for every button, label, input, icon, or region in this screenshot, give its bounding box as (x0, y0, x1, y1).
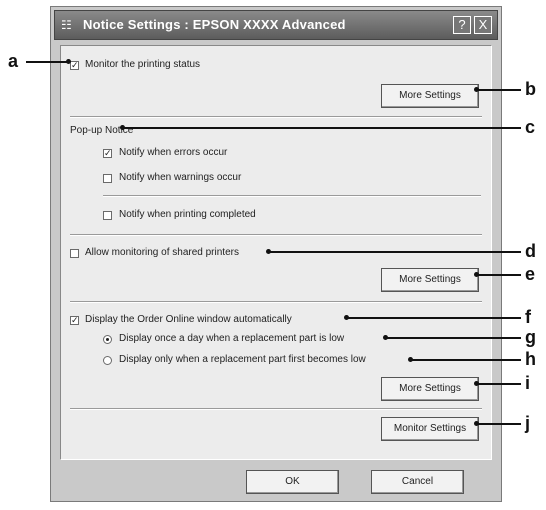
callout-line-a (26, 61, 68, 63)
callout-letter-g: g (525, 327, 536, 347)
monitor-status-checkbox[interactable]: ✓ (70, 61, 79, 70)
ok-button[interactable]: OK (246, 470, 339, 494)
callout-letter-d: d (525, 241, 536, 261)
callout-line-b (477, 89, 521, 91)
display-first-low-label: Display only when a replacement part fir… (119, 354, 366, 365)
order-more-settings-button[interactable]: More Settings (381, 377, 479, 401)
callout-letter-b: b (525, 79, 536, 99)
close-button[interactable]: X (474, 16, 492, 34)
printer-app-icon: ☷ (61, 18, 72, 32)
callout-letter-i: i (525, 373, 531, 393)
callout-letter-a: a (8, 51, 19, 71)
notify-completed-label: Notify when printing completed (119, 209, 256, 220)
monitor-settings-button[interactable]: Monitor Settings (381, 417, 479, 441)
display-once-label: Display once a day when a replacement pa… (119, 333, 345, 344)
callout-line-g (386, 337, 521, 339)
monitor-more-settings-button[interactable]: More Settings (381, 84, 479, 108)
window-title: Notice Settings : EPSON XXXX Advanced (83, 17, 346, 32)
callout-letter-f: f (525, 307, 531, 327)
cancel-button[interactable]: Cancel (371, 470, 464, 494)
monitor-status-label: Monitor the printing status (85, 59, 201, 70)
divider (70, 116, 482, 118)
callout-letter-j: j (525, 413, 531, 433)
callout-letter-h: h (525, 349, 536, 369)
help-button[interactable]: ? (453, 16, 471, 34)
callout-line-d (269, 251, 521, 253)
notify-warnings-label: Notify when warnings occur (119, 172, 242, 183)
display-first-low-radio[interactable] (103, 356, 112, 365)
callout-line-e (477, 274, 521, 276)
callout-line-f (347, 317, 521, 319)
divider (103, 195, 481, 197)
callout-line-h (411, 359, 521, 361)
callout-line-c (123, 127, 521, 129)
shared-printers-label: Allow monitoring of shared printers (85, 247, 239, 258)
notify-warnings-checkbox[interactable] (103, 174, 112, 183)
notify-errors-label: Notify when errors occur (119, 147, 228, 158)
notice-settings-dialog: ☷ Notice Settings : EPSON XXXX Advanced … (50, 6, 502, 502)
callout-line-j (477, 423, 521, 425)
order-online-label: Display the Order Online window automati… (85, 314, 292, 325)
callout-line-i (477, 383, 521, 385)
display-once-radio[interactable] (103, 335, 112, 344)
title-bar: ☷ Notice Settings : EPSON XXXX Advanced … (54, 10, 498, 40)
divider (70, 408, 482, 410)
order-online-checkbox[interactable]: ✓ (70, 316, 79, 325)
notify-errors-checkbox[interactable]: ✓ (103, 149, 112, 158)
shared-more-settings-button[interactable]: More Settings (381, 268, 479, 292)
callout-letter-e: e (525, 264, 536, 284)
divider (70, 234, 482, 236)
shared-printers-checkbox[interactable] (70, 249, 79, 258)
notify-completed-checkbox[interactable] (103, 211, 112, 220)
callout-letter-c: c (525, 117, 536, 137)
callout-dot-a (66, 59, 71, 64)
divider (70, 301, 482, 303)
